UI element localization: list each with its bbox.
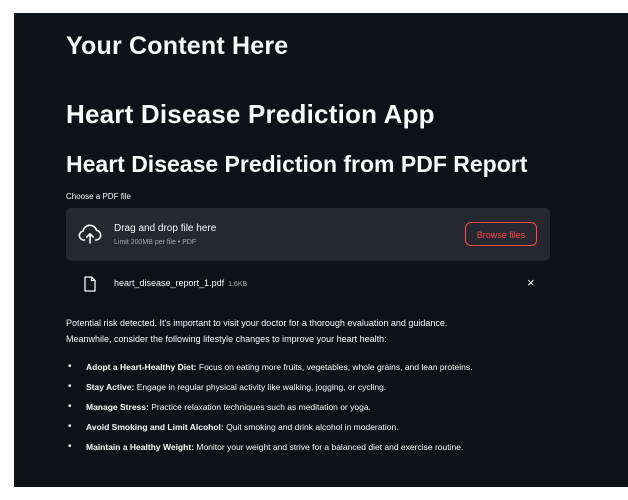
lifestyle-tips-list: Adopt a Heart-Healthy Diet: Focus on eat… [66, 357, 566, 457]
browse-files-button[interactable]: Browse files [465, 222, 537, 246]
file-dropzone[interactable]: Drag and drop file here Limit 200MB per … [66, 208, 550, 261]
cloud-upload-icon [78, 224, 102, 244]
list-item: Maintain a Healthy Weight: Monitor your … [66, 437, 566, 457]
app-main: Your Content Here Heart Disease Predicti… [14, 13, 628, 487]
uploaded-file-name-wrap: heart_disease_report_1.pdf 1.6KB [114, 278, 247, 288]
result-message-line-2: Meanwhile, consider the following lifest… [66, 334, 387, 344]
result-message-line-1: Potential risk detected. It's important … [66, 318, 448, 328]
tip-text: Engage in regular physical activity like… [134, 382, 387, 392]
list-item: Avoid Smoking and Limit Alcohol: Quit sm… [66, 417, 566, 437]
uploaded-file-size: 1.6KB [228, 281, 248, 288]
tip-text: Practice relaxation techniques such as m… [148, 402, 371, 412]
list-item: Manage Stress: Practice relaxation techn… [66, 397, 566, 417]
tip-title: Maintain a Healthy Weight: [86, 442, 194, 452]
tip-text: Focus on eating more fruits, vegetables,… [196, 362, 473, 372]
list-item: Stay Active: Engage in regular physical … [66, 377, 566, 397]
result-message: Potential risk detected. It's important … [66, 315, 556, 347]
list-item: Adopt a Heart-Healthy Diet: Focus on eat… [66, 357, 566, 377]
tip-title: Stay Active: [86, 382, 135, 392]
tip-text: Quit smoking and drink alcohol in modera… [223, 422, 399, 432]
tip-title: Avoid Smoking and Limit Alcohol: [86, 422, 224, 432]
remove-file-close-icon[interactable]: × [527, 275, 535, 290]
section-title: Heart Disease Prediction from PDF Report [66, 151, 528, 177]
app-title: Heart Disease Prediction App [66, 99, 435, 129]
tip-title: Manage Stress: [86, 402, 149, 412]
uploaded-file-name: heart_disease_report_1.pdf [114, 278, 225, 288]
file-icon [84, 276, 96, 292]
uploader-label: Choose a PDF file [66, 192, 131, 201]
dropzone-title: Drag and drop file here [114, 223, 217, 234]
tip-title: Adopt a Heart-Healthy Diet: [86, 362, 197, 372]
dropzone-limit-text: Limit 200MB per file • PDF [114, 239, 197, 246]
tip-text: Monitor your weight and strive for a bal… [194, 442, 464, 452]
uploaded-file-row: heart_disease_report_1.pdf 1.6KB × [66, 273, 550, 297]
placeholder-heading: Your Content Here [66, 32, 289, 60]
